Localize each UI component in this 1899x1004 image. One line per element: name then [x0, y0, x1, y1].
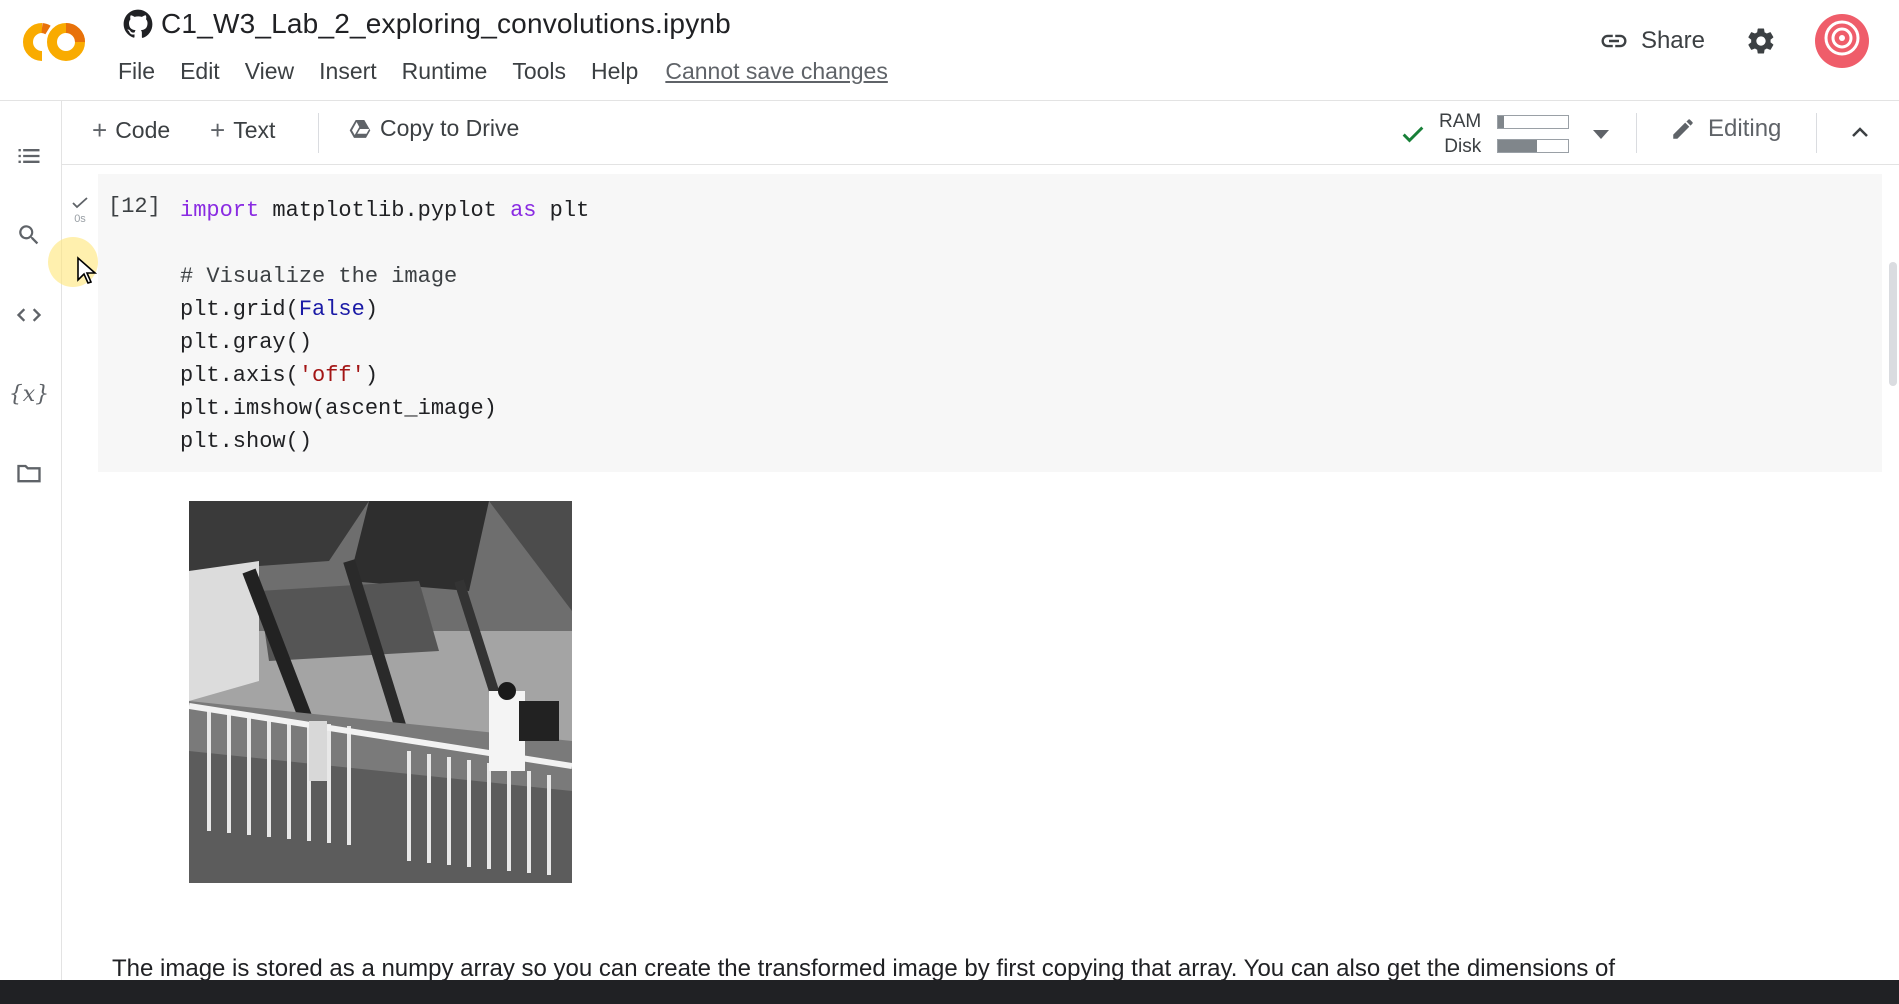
colab-logo[interactable] [18, 18, 90, 66]
menu-help[interactable]: Help [591, 58, 638, 85]
editing-label: Editing [1708, 115, 1782, 142]
plus-icon: + [92, 115, 108, 145]
notebook-title[interactable]: C1_W3_Lab_2_exploring_convolutions.ipynb [161, 8, 731, 40]
collapse-header-button[interactable] [1842, 115, 1878, 151]
menu-file[interactable]: File [118, 58, 155, 85]
add-code-label: Code [115, 117, 171, 143]
cell-run-status[interactable]: 0s [70, 196, 90, 225]
search-icon[interactable] [14, 220, 44, 250]
check-icon [72, 197, 88, 209]
menu-bar: File Edit View Insert Runtime Tools Help… [118, 58, 913, 85]
left-sidebar: {x} [0, 101, 62, 981]
code-string: 'off' [298, 363, 365, 388]
variables-icon[interactable]: {x} [9, 379, 49, 409]
avatar-pattern-icon [1824, 20, 1860, 56]
table-of-contents-icon[interactable] [14, 141, 44, 171]
editing-mode-button[interactable]: Editing [1670, 115, 1781, 143]
share-label: Share [1640, 27, 1705, 54]
code-snippets-icon[interactable] [14, 300, 44, 330]
ram-usage-bar [1497, 115, 1570, 129]
exec-time: 0s [74, 213, 86, 225]
toolbar-divider [1636, 113, 1637, 153]
bottom-bar [0, 980, 1899, 1004]
menu-insert[interactable]: Insert [319, 58, 377, 85]
menu-edit[interactable]: Edit [180, 58, 220, 85]
chevron-up-icon [1852, 127, 1868, 137]
cell-execution-count: [12] [108, 194, 161, 219]
add-text-label: Text [233, 117, 276, 143]
header: C1_W3_Lab_2_exploring_convolutions.ipynb… [0, 0, 1899, 101]
avatar[interactable] [1815, 14, 1869, 68]
code-comment: # Visualize the image [180, 264, 458, 289]
resource-monitor[interactable]: RAM Disk [1399, 109, 1610, 159]
disk-usage-bar [1497, 139, 1570, 153]
disk-label: Disk [1444, 136, 1482, 157]
markdown-text-cell[interactable]: The image is stored as a numpy array so … [112, 955, 1892, 983]
connected-check-icon [1402, 126, 1424, 143]
menu-runtime[interactable]: Runtime [402, 58, 488, 85]
output-image [189, 501, 572, 883]
code-token: import [180, 198, 260, 223]
code-editor[interactable]: import matplotlib.pyplot as plt # Visual… [180, 194, 589, 458]
scrollbar[interactable] [1889, 262, 1897, 386]
add-text-button[interactable]: + Text [210, 115, 275, 146]
share-button[interactable]: Share [1599, 26, 1705, 56]
copy-to-drive-label: Copy to Drive [380, 115, 520, 141]
github-icon [123, 9, 153, 38]
ram-label: RAM [1439, 111, 1482, 132]
save-status-link[interactable]: Cannot save changes [665, 58, 888, 85]
notebook-toolbar: + Code + Text Copy to Drive RAM Disk Edi… [62, 101, 1899, 165]
gear-icon[interactable] [1745, 25, 1777, 57]
plus-icon: + [210, 115, 226, 145]
mouse-pointer-icon [77, 256, 98, 284]
folder-icon[interactable] [14, 458, 44, 488]
code-token: as [510, 198, 537, 223]
chevron-down-icon[interactable] [1593, 129, 1610, 139]
link-icon [1601, 34, 1627, 48]
toolbar-divider [1816, 113, 1817, 153]
copy-to-drive-button[interactable]: Copy to Drive [348, 115, 519, 142]
drive-icon [349, 119, 371, 138]
code-token: False [298, 297, 365, 322]
toolbar-divider [318, 113, 319, 153]
add-code-button[interactable]: + Code [92, 115, 170, 146]
menu-tools[interactable]: Tools [512, 58, 566, 85]
pencil-icon [1673, 119, 1693, 139]
menu-view[interactable]: View [245, 58, 294, 85]
